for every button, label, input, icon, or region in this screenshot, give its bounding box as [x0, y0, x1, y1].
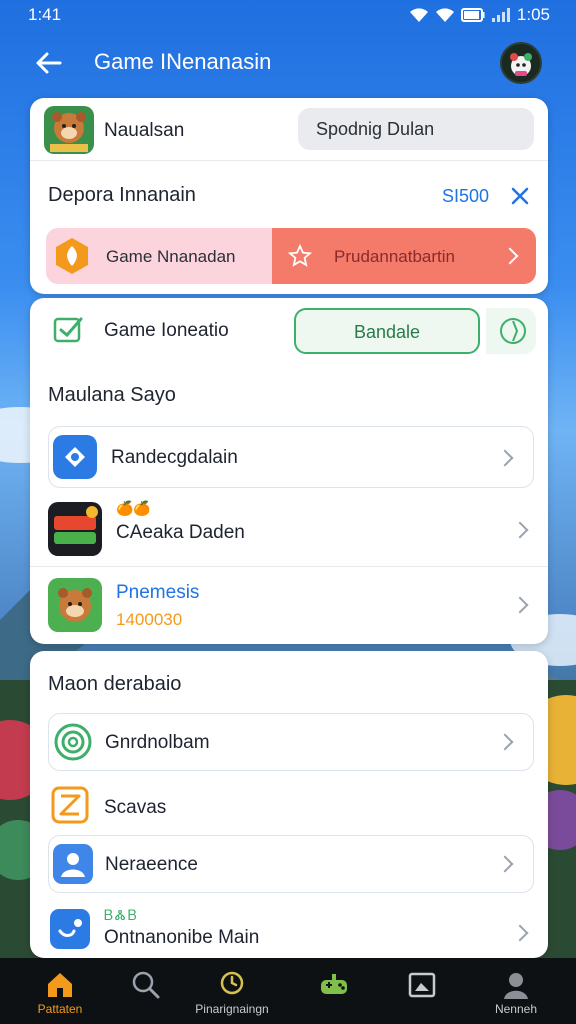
promo-left[interactable]: Game Nnanadan [46, 228, 272, 284]
list-item-scavas[interactable]: Scavas [30, 777, 548, 835]
search-icon [132, 971, 160, 999]
status-time: 1:41 [28, 5, 62, 24]
wifi-icon-2 [435, 8, 454, 22]
resize-icon [51, 786, 89, 824]
divider [30, 160, 548, 161]
list-item-caeaka[interactable]: 🍊🍊 CAeaka Daden [30, 494, 548, 566]
controller-icon [321, 974, 347, 994]
link-app-icon [50, 909, 90, 949]
gallery-icon [408, 972, 436, 998]
promo-right[interactable]: Prudannatbartin [272, 228, 536, 284]
clock-icon [220, 971, 244, 995]
game-location-card: Game Ioneatio Bandale Maulana Sayo Rande… [30, 298, 548, 644]
chevron-right-icon [496, 855, 514, 873]
profile-icon [504, 973, 528, 999]
nav-item-games[interactable] [286, 958, 382, 1024]
status-bar: 1:41 1:05 [0, 0, 576, 30]
user-name: Naualsan [104, 120, 185, 141]
section-title-maon: Maon derabaio [48, 673, 182, 695]
bundle-button-label: Bandale [353, 322, 421, 342]
nav-item-home[interactable]: Pattaten [12, 958, 108, 1024]
status-icons: 1:05 [409, 5, 550, 25]
signal-icon [491, 8, 510, 22]
list-item-gnrdnolbam[interactable]: Gnrdnolbam [48, 713, 534, 771]
user-action-label: Spodnig Dulan [316, 119, 435, 139]
compass-button[interactable] [486, 308, 536, 354]
chevron-right-icon [496, 733, 514, 751]
list-item-sublabel: 1400030 [116, 610, 183, 629]
bottom-nav: Pattaten Pinarignaingn Nenneh [0, 958, 576, 1024]
hamster-game-icon [44, 106, 94, 154]
home-icon [48, 973, 72, 997]
list-item-label: Gnrdnolbam [105, 732, 210, 753]
promo-right-label: Prudannatbartin [334, 247, 455, 266]
star-icon [288, 244, 312, 267]
list-item-randecg[interactable]: Randecgdalain [48, 426, 534, 488]
back-arrow-icon[interactable] [34, 48, 64, 78]
status-clock-right: 1:05 [516, 5, 550, 24]
app-bar: Game INenanasin [0, 30, 576, 94]
page-title: Game INenanasin [94, 49, 272, 74]
nav-item-clock[interactable]: Pinarignaingn [184, 958, 280, 1024]
nav-item-profile[interactable]: Nenneh [468, 958, 564, 1024]
promo-banner[interactable]: Game Nnanadan Prudannatbartin [46, 228, 536, 284]
chevron-right-icon [511, 521, 529, 539]
game-location-label: Game Ioneatio [104, 320, 229, 341]
compass-icon [500, 318, 526, 344]
list-item-label: Scavas [104, 797, 167, 818]
chevron-right-icon [511, 596, 529, 614]
chevron-right-icon [501, 247, 519, 265]
nav-label: Pattaten [37, 1002, 83, 1016]
target-ring-icon [54, 723, 92, 761]
chevron-right-icon [511, 924, 529, 942]
wifi-icon [409, 8, 428, 22]
deposit-title: Depora Innanain [48, 184, 196, 206]
game-thumbnail-icon [48, 502, 102, 556]
fire-shield-icon [56, 238, 88, 274]
chevron-right-icon [496, 449, 514, 467]
hamster-game-icon [48, 578, 102, 632]
account-card: Naualsan Spodnig Dulan Depora Innanain S… [30, 98, 548, 294]
checkbox-icon[interactable] [52, 314, 84, 346]
list-item-pnemesis[interactable]: Pnemesis 1400030 [30, 572, 548, 638]
settings-card: Maon derabaio Gnrdnolbam Scavas Neraeenc… [30, 651, 548, 958]
nav-item-search[interactable] [98, 958, 194, 1024]
list-item-label: Neraeence [105, 854, 198, 875]
mascot-avatar-icon[interactable] [500, 42, 542, 84]
nav-label: Pinarignaingn [195, 1002, 269, 1016]
list-item-label: Randecgdalain [111, 447, 238, 468]
list-item-ontnanonibe[interactable]: ᏴᏜᏴ Ontnanonibe Main [30, 901, 548, 957]
divider [30, 566, 548, 567]
list-item-badge: 🍊🍊 [116, 500, 151, 516]
battery-icon [460, 8, 485, 22]
deposit-amount: SI500 [442, 186, 490, 206]
section-title-maulana: Maulana Sayo [48, 384, 176, 406]
nav-label: Nenneh [494, 1002, 538, 1016]
play-app-icon [53, 435, 97, 479]
promo-left-label: Game Nnanadan [106, 247, 236, 266]
profile-card-icon [53, 844, 93, 884]
list-item-label: Pnemesis [116, 582, 200, 603]
nav-item-gallery[interactable] [374, 958, 470, 1024]
close-icon[interactable] [510, 186, 530, 206]
list-item-label: Ontnanonibe Main [104, 927, 260, 948]
user-action-button[interactable]: Spodnig Dulan [298, 108, 534, 150]
list-item-badge: ᏴᏜᏴ [104, 907, 139, 923]
list-item-label: CAeaka Daden [116, 522, 245, 543]
list-item-neraeence[interactable]: Neraeence [48, 835, 534, 893]
bundle-button[interactable]: Bandale [294, 308, 480, 354]
